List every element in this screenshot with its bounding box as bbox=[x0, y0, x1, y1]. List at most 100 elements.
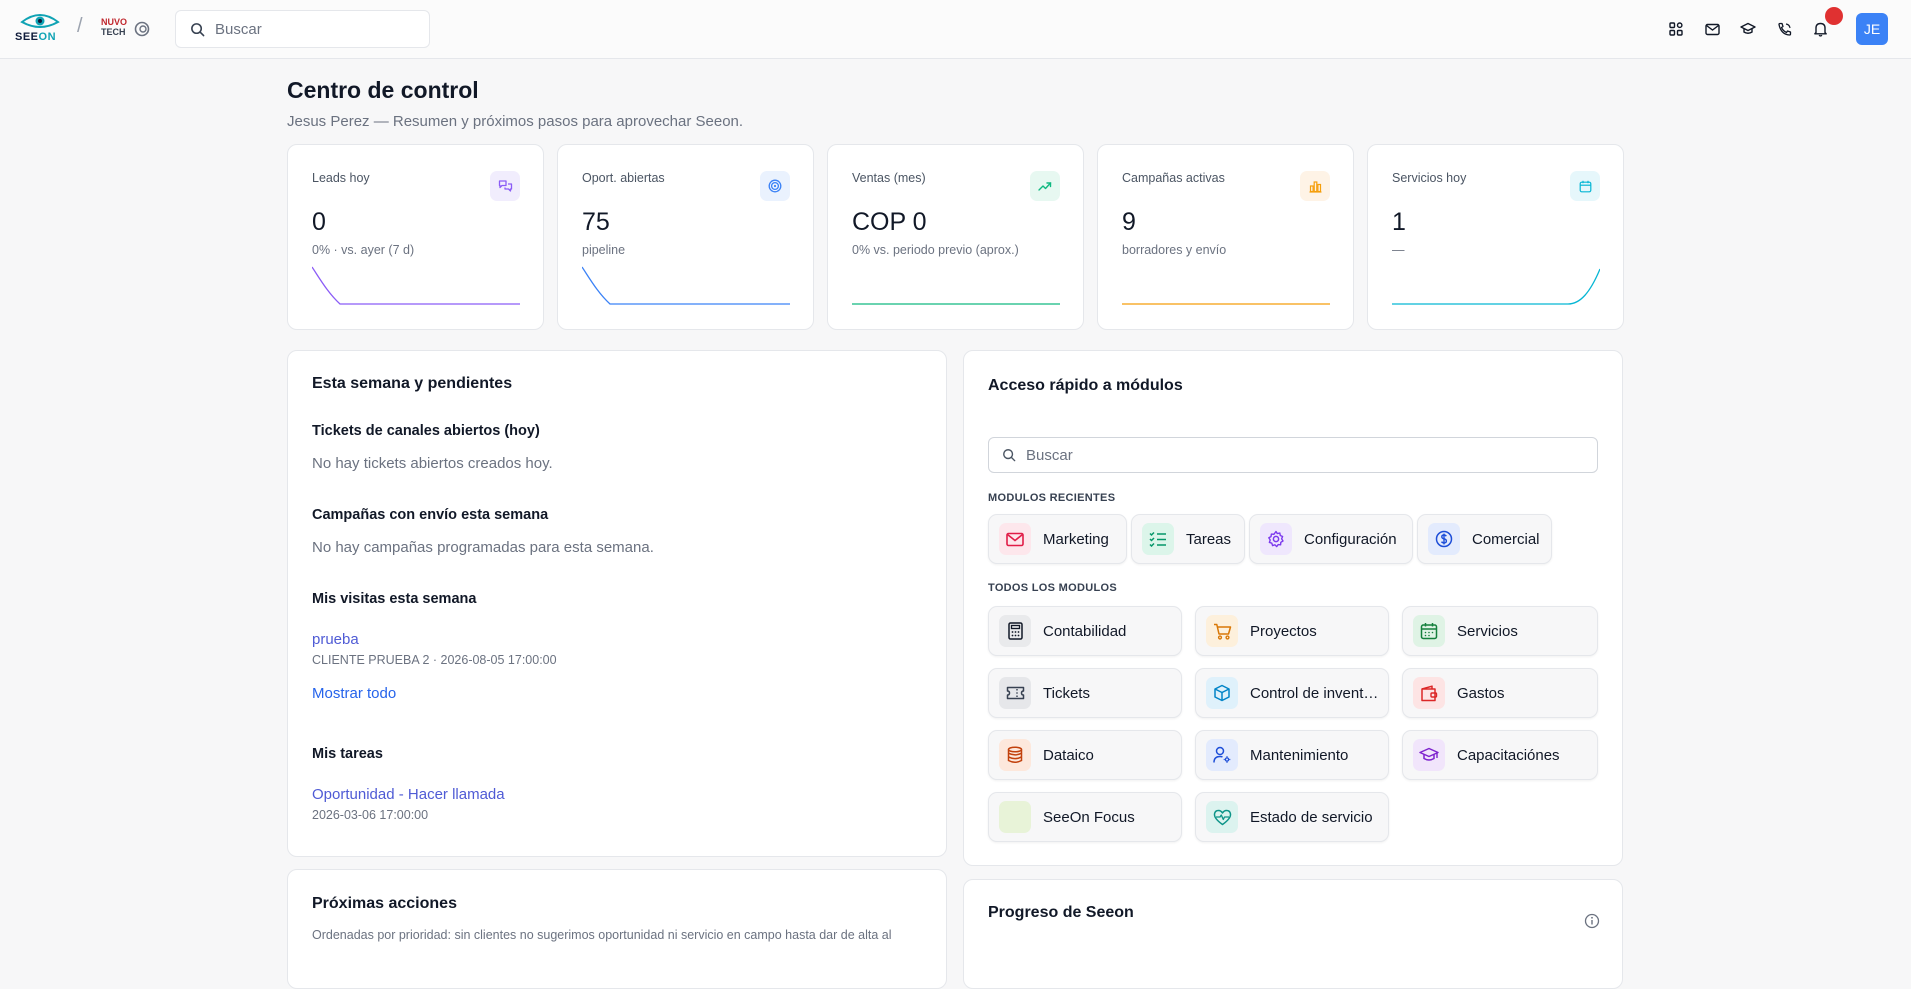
gear-icon bbox=[1260, 523, 1292, 555]
info-icon[interactable] bbox=[1584, 913, 1600, 929]
kpi-value: 9 bbox=[1122, 208, 1136, 236]
search-icon bbox=[191, 22, 205, 36]
kpi-value: 1 bbox=[1392, 208, 1406, 236]
calendar-icon bbox=[1413, 615, 1445, 647]
kpi-sparkline bbox=[312, 266, 520, 305]
global-search-input[interactable] bbox=[215, 20, 405, 38]
kpi-value: COP 0 bbox=[852, 208, 927, 236]
module-chip-configuracion[interactable]: Configuración bbox=[1249, 514, 1413, 564]
module-name: Tareas bbox=[1186, 530, 1232, 548]
user-gear-icon bbox=[1206, 739, 1238, 771]
visits-section-title: Mis visitas esta semana bbox=[312, 591, 477, 607]
module-chip-tareas[interactable]: Tareas bbox=[1131, 514, 1245, 564]
blank-icon bbox=[999, 801, 1031, 833]
kpi-label: Campañas activas bbox=[1122, 171, 1225, 185]
global-search[interactable] bbox=[175, 10, 430, 48]
kpi-subtext: 0% vs. periodo previo (aprox.) bbox=[852, 243, 1019, 257]
kpi-card-sales[interactable]: Ventas (mes) COP 0 0% vs. periodo previo… bbox=[827, 144, 1084, 330]
calendar-icon bbox=[1570, 171, 1600, 201]
kpi-card-opportunities[interactable]: Oport. abiertas 75 pipeline bbox=[557, 144, 814, 330]
kpi-sparkline bbox=[1392, 268, 1600, 305]
progress-panel: Progreso de Seeon bbox=[963, 879, 1623, 989]
tickets-empty-text: No hay tickets abiertos creados hoy. bbox=[312, 455, 553, 472]
recent-modules-label: MODULOS RECIENTES bbox=[988, 492, 1116, 504]
partner-name-line1: NUVO bbox=[101, 17, 128, 27]
module-name: Servicios bbox=[1457, 622, 1518, 640]
partner-swirl-icon bbox=[134, 21, 150, 37]
target-icon bbox=[760, 171, 790, 201]
mail-icon bbox=[999, 523, 1031, 555]
module-chip-gastos[interactable]: Gastos bbox=[1402, 668, 1598, 718]
heart-pulse-icon bbox=[1206, 801, 1238, 833]
page-subtitle: Jesus Perez — Resumen y próximos pasos p… bbox=[287, 113, 744, 130]
show-all-link[interactable]: Mostrar todo bbox=[312, 685, 396, 702]
kpi-subtext: borradores y envío bbox=[1122, 243, 1227, 257]
wallet-icon bbox=[1413, 677, 1445, 709]
task-link[interactable]: Oportunidad - Hacer llamada bbox=[312, 786, 505, 803]
module-chip-contabilidad[interactable]: Contabilidad bbox=[988, 606, 1182, 656]
all-modules-label: TODOS LOS MODULOS bbox=[988, 582, 1117, 594]
brand-name: SEEON bbox=[15, 31, 57, 43]
visit-link[interactable]: prueba bbox=[312, 631, 359, 648]
kpi-label: Ventas (mes) bbox=[852, 171, 926, 185]
kpi-value: 0 bbox=[312, 208, 326, 236]
kpi-label: Oport. abiertas bbox=[582, 171, 665, 185]
kpi-label: Servicios hoy bbox=[1392, 171, 1467, 185]
module-name: Configuración bbox=[1304, 530, 1397, 548]
kpi-card-leads[interactable]: Leads hoy 0 0% · vs. ayer (7 d) bbox=[287, 144, 544, 330]
tasks-section-title: Mis tareas bbox=[312, 746, 383, 762]
kpi-subtext: pipeline bbox=[582, 243, 626, 257]
module-chip-marketing[interactable]: Marketing bbox=[988, 514, 1127, 564]
partner-logo[interactable]: NUVO TECH bbox=[99, 17, 151, 41]
module-chip-seeon-focus[interactable]: SeeOn Focus bbox=[988, 792, 1182, 842]
notification-badge bbox=[1825, 7, 1843, 25]
module-name: Mantenimiento bbox=[1250, 746, 1349, 764]
campaigns-empty-text: No hay campañas programadas para esta se… bbox=[312, 539, 654, 556]
kpi-subtext: — bbox=[1392, 243, 1405, 257]
module-name: Dataico bbox=[1043, 746, 1094, 764]
kpi-card-services[interactable]: Servicios hoy 1 — bbox=[1367, 144, 1624, 330]
panel-title: Acceso rápido a módulos bbox=[988, 377, 1183, 394]
phone-icon[interactable] bbox=[1774, 19, 1794, 39]
module-search-input[interactable] bbox=[1026, 446, 1576, 464]
module-chip-dataico[interactable]: Dataico bbox=[988, 730, 1182, 780]
search-icon bbox=[1003, 449, 1016, 462]
ticket-icon bbox=[999, 677, 1031, 709]
module-chip-tickets[interactable]: Tickets bbox=[988, 668, 1182, 718]
bar-chart-icon bbox=[1300, 171, 1330, 201]
module-name: Tickets bbox=[1043, 684, 1090, 702]
chat-arrows-icon bbox=[490, 171, 520, 201]
module-chip-control-inventario[interactable]: Control de inventario bbox=[1195, 668, 1389, 718]
module-chip-servicios[interactable]: Servicios bbox=[1402, 606, 1598, 656]
panel-title: Progreso de Seeon bbox=[988, 904, 1134, 921]
graduation-cap-icon[interactable] bbox=[1738, 19, 1758, 39]
kpi-card-campaigns[interactable]: Campañas activas 9 borradores y envío bbox=[1097, 144, 1354, 330]
module-chip-mantenimiento[interactable]: Mantenimiento bbox=[1195, 730, 1389, 780]
dollar-icon bbox=[1428, 523, 1460, 555]
kpi-sparkline bbox=[582, 266, 790, 305]
trend-up-icon bbox=[1030, 171, 1060, 201]
tickets-section-title: Tickets de canales abiertos (hoy) bbox=[312, 423, 540, 439]
checklist-icon bbox=[1142, 523, 1174, 555]
kpi-label: Leads hoy bbox=[312, 171, 370, 185]
module-name: Control de inventario bbox=[1250, 684, 1380, 702]
module-name: Contabilidad bbox=[1043, 622, 1127, 640]
panel-title: Esta semana y pendientes bbox=[312, 375, 513, 392]
calculator-icon bbox=[999, 615, 1031, 647]
module-chip-estado-servicio[interactable]: Estado de servicio bbox=[1195, 792, 1389, 842]
visit-meta: CLIENTE PRUEBA 2 · 2026-08-05 17:00:00 bbox=[312, 653, 557, 667]
module-name: SeeOn Focus bbox=[1043, 808, 1135, 826]
apps-icon[interactable] bbox=[1666, 19, 1686, 39]
cart-icon bbox=[1206, 615, 1238, 647]
week-pending-panel: Esta semana y pendientes Tickets de cana… bbox=[287, 350, 947, 857]
module-name: Proyectos bbox=[1250, 622, 1317, 640]
module-chip-proyectos[interactable]: Proyectos bbox=[1195, 606, 1389, 656]
module-search[interactable] bbox=[988, 437, 1598, 473]
seeon-logo[interactable]: SEEON bbox=[14, 12, 66, 46]
brand-separator: / bbox=[77, 15, 83, 37]
module-chip-capacitaciones[interactable]: Capacitaciónes bbox=[1402, 730, 1598, 780]
mail-icon[interactable] bbox=[1702, 19, 1722, 39]
user-avatar[interactable]: JE bbox=[1856, 13, 1888, 45]
graduation-cap-icon bbox=[1413, 739, 1445, 771]
module-chip-comercial[interactable]: Comercial bbox=[1417, 514, 1552, 564]
